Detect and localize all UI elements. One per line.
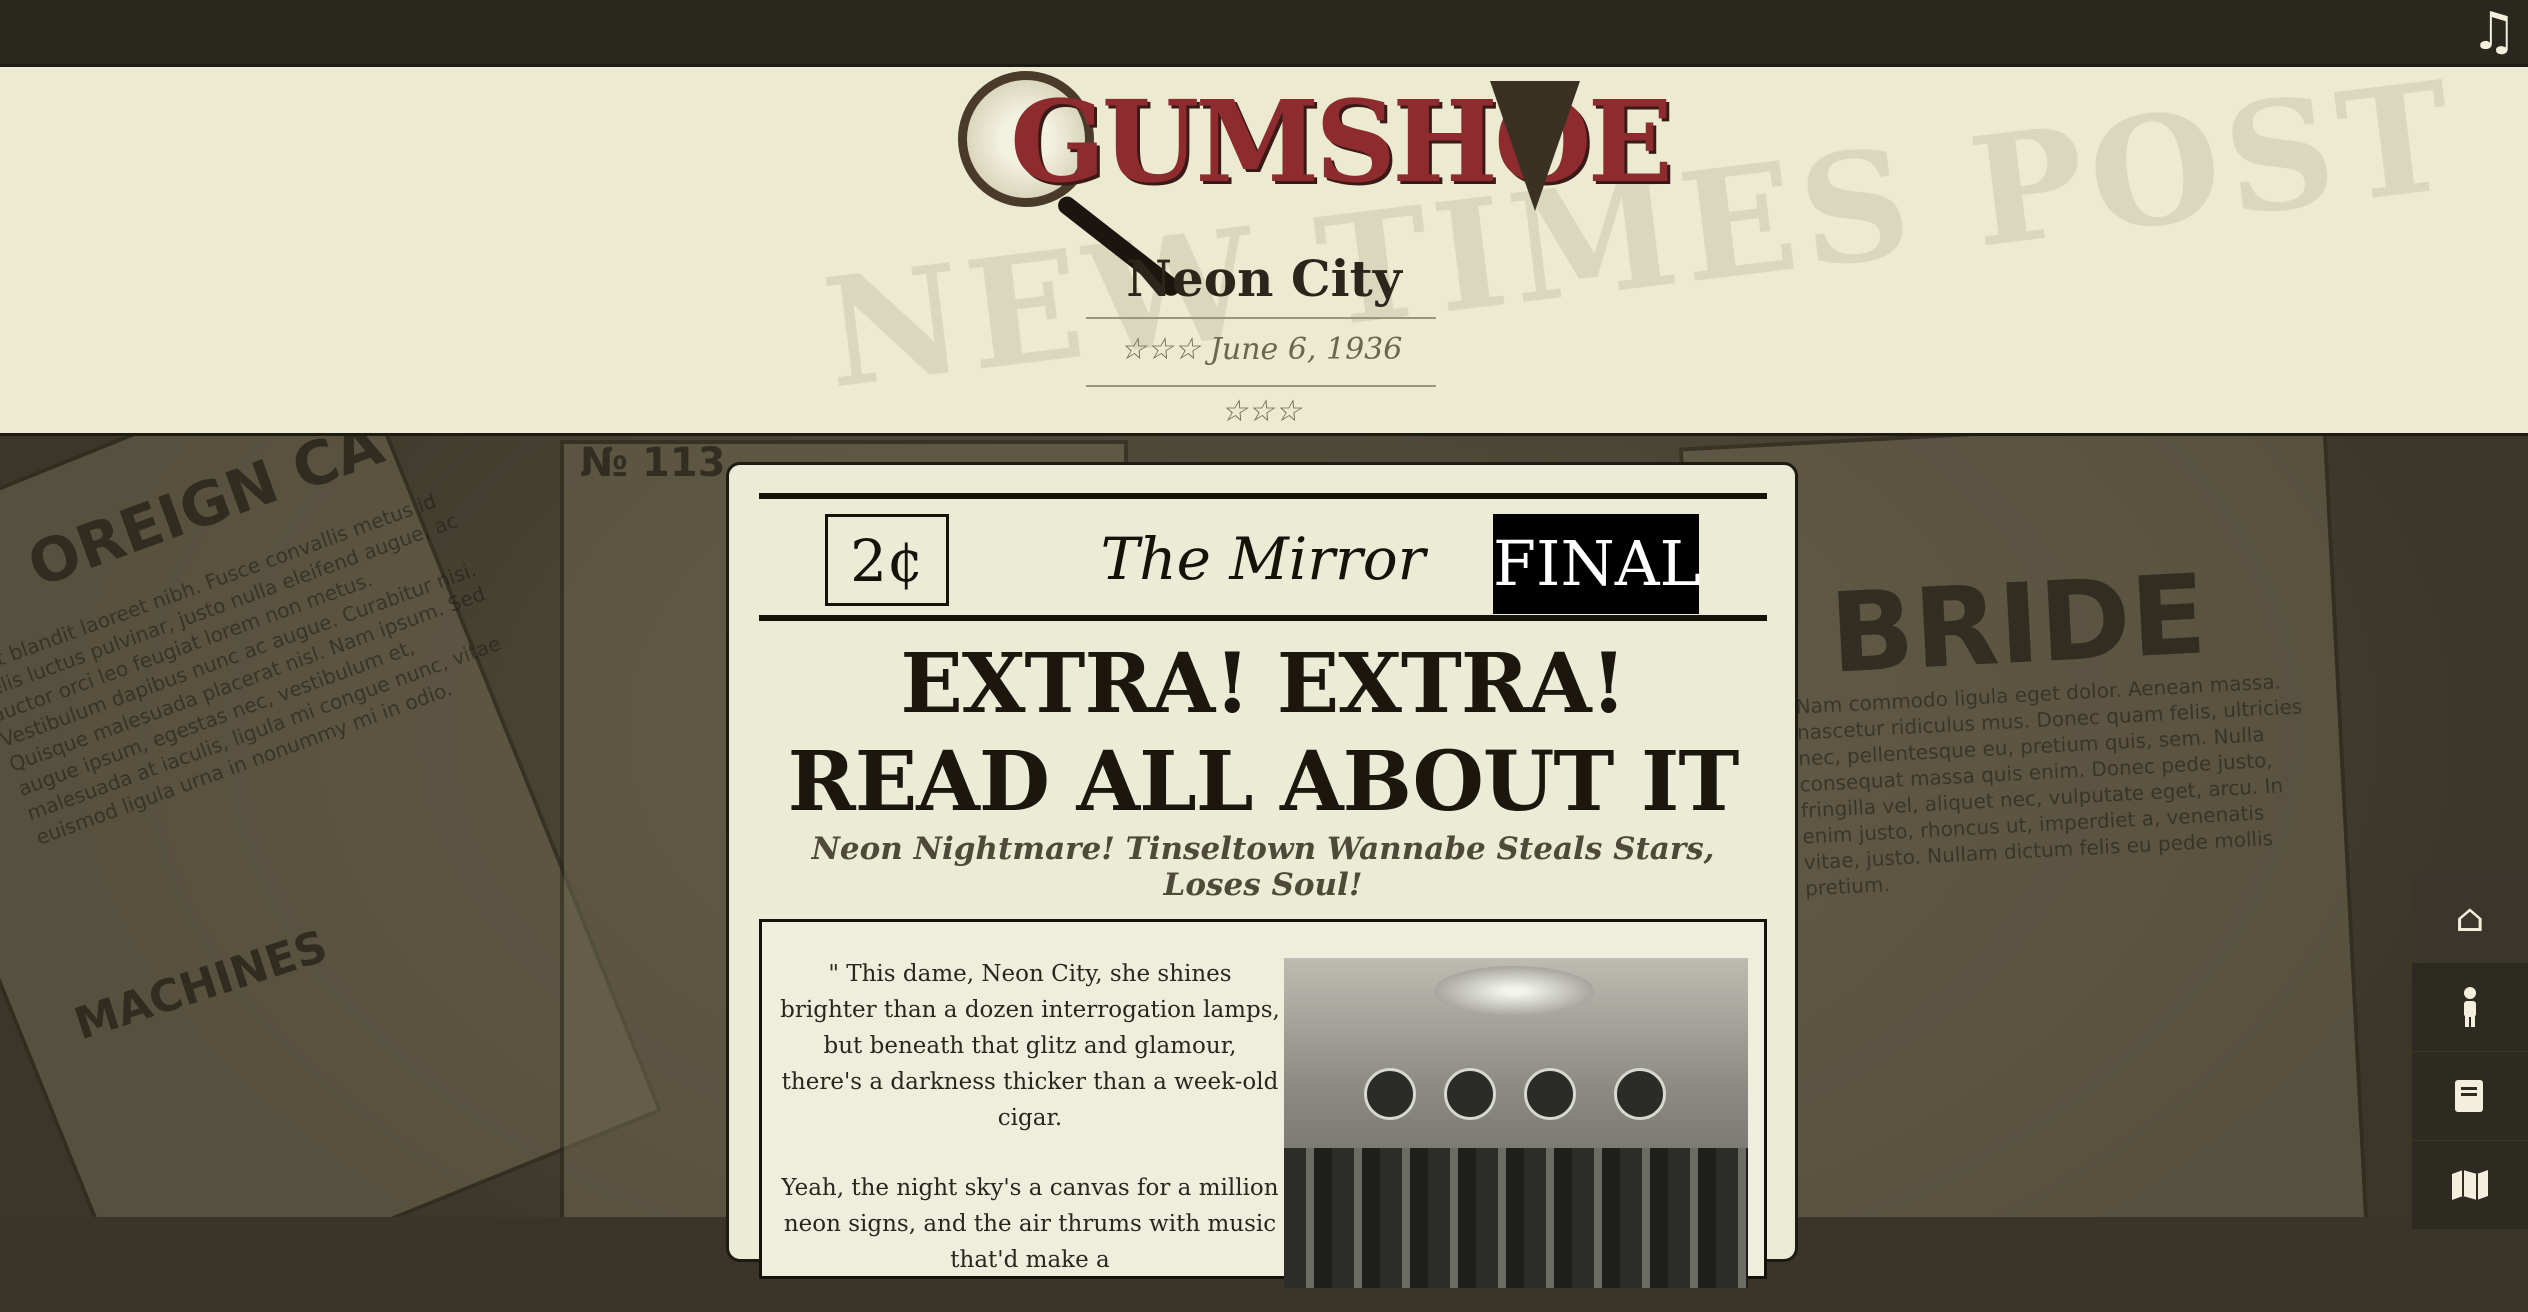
city-title: Neon City <box>1126 249 1402 308</box>
person-icon[interactable] <box>2412 963 2528 1051</box>
gumshoe-logo[interactable]: GUMSHOE <box>950 71 1673 300</box>
map-icon[interactable] <box>2412 1141 2528 1229</box>
site-header: NEW TIMES POST GUMSHOE Neon City ☆☆☆ Jun… <box>0 48 2528 436</box>
nightclub-photo <box>1284 958 1748 1288</box>
article-paragraph: " This dame, Neon City, she shines brigh… <box>780 961 1280 1131</box>
price-box: 2¢ <box>825 514 949 606</box>
book-icon[interactable] <box>2412 1052 2528 1140</box>
edition-badge: FINAL <box>1493 514 1701 614</box>
article-box: " This dame, Neon City, she shines brigh… <box>759 919 1767 1288</box>
triangle-icon <box>1490 81 1580 211</box>
side-navigation: ⌂ <box>2412 874 2528 1230</box>
home-icon[interactable]: ⌂ <box>2412 874 2528 962</box>
top-bar <box>0 0 2528 64</box>
headline: EXTRA! EXTRA! READ ALL ABOUT IT <box>787 636 1740 830</box>
music-note-icon[interactable]: ♫ <box>2466 4 2522 60</box>
subheadline: Neon Nightmare! Tinseltown Wannabe Steal… <box>811 831 1715 903</box>
dateline: ☆☆☆ June 6, 1936 ☆☆☆ <box>1086 317 1436 429</box>
masthead: The Mirror 2¢ FINAL <box>759 493 1767 621</box>
article-paragraph: Yeah, the night sky's a canvas for a mil… <box>781 1175 1279 1273</box>
crowd-graphic <box>1284 1148 1748 1288</box>
newspaper-card: The Mirror 2¢ FINAL EXTRA! EXTRA! READ A… <box>726 462 1798 1288</box>
article-text: " This dame, Neon City, she shines brigh… <box>780 956 1280 1312</box>
chandelier-graphic <box>1434 966 1594 1016</box>
